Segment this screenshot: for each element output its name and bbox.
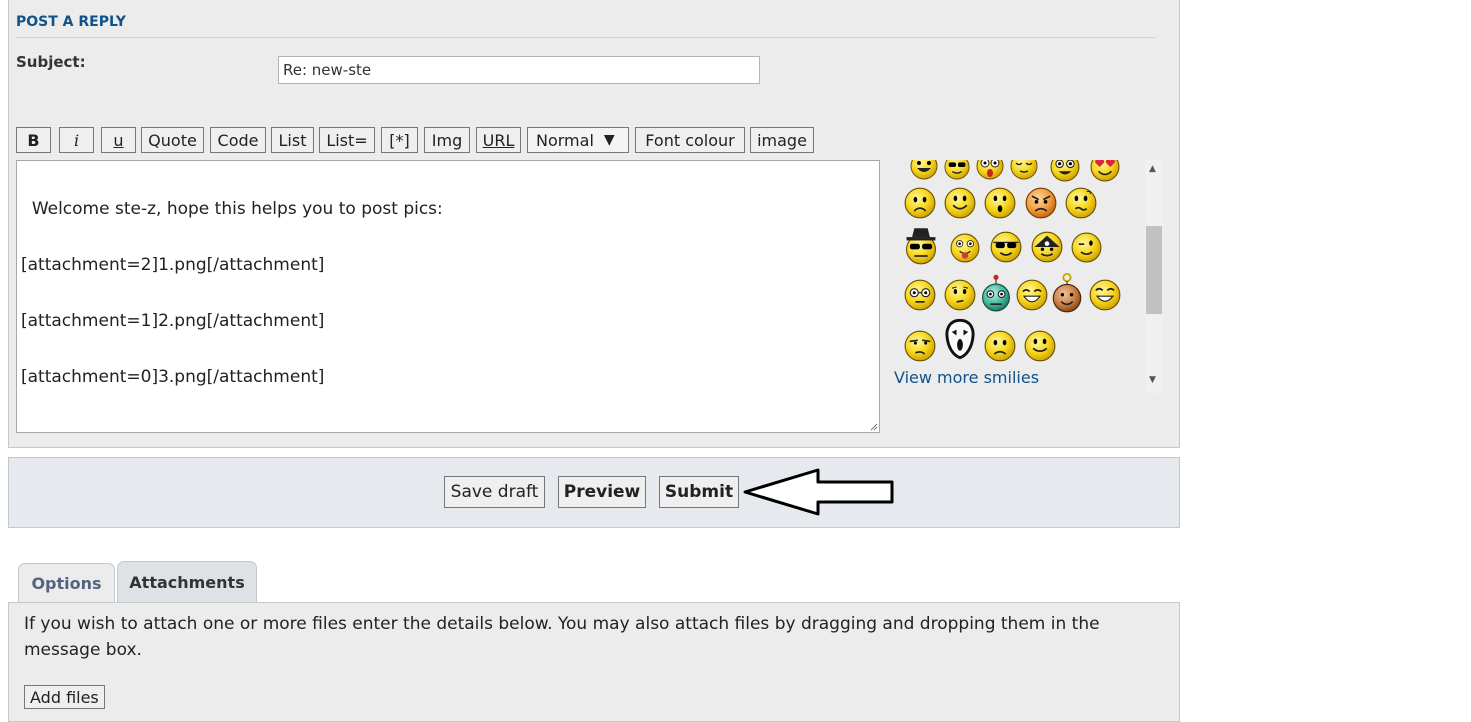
surprised-smiley-icon[interactable]	[984, 187, 1016, 219]
spy-smiley-icon[interactable]	[902, 226, 940, 266]
unhappy-smiley-icon[interactable]	[984, 330, 1016, 362]
shocked-smiley-icon[interactable]	[976, 160, 1004, 180]
attachments-instructions: If you wish to attach one or more files …	[24, 614, 1100, 660]
image-button[interactable]: image	[750, 127, 814, 153]
submit-button[interactable]: Submit	[659, 476, 739, 508]
view-more-smilies-link[interactable]: View more smilies	[894, 368, 1039, 387]
code-button[interactable]: Code	[210, 127, 266, 153]
preview-button[interactable]: Preview	[558, 476, 646, 508]
very-happy-smiley-icon[interactable]	[910, 160, 938, 180]
confused-smiley-icon[interactable]	[1065, 187, 1097, 219]
underline-button[interactable]: u	[101, 127, 136, 153]
grin-smiley-icon[interactable]	[1089, 279, 1121, 311]
monkey-smiley-icon[interactable]	[1052, 273, 1082, 313]
scroll-up-arrow-icon[interactable]: ▲	[1149, 164, 1156, 174]
font-colour-button[interactable]: Font colour	[635, 127, 745, 153]
cool-smiley-icon[interactable]	[944, 160, 970, 180]
sunglasses-smiley-icon[interactable]	[990, 231, 1022, 263]
dropdown-arrow-icon: ▼	[603, 132, 615, 148]
ordered-list-button[interactable]: List=	[319, 127, 375, 153]
scrollbar-thumb[interactable]	[1146, 226, 1162, 314]
alien-smiley-icon[interactable]	[981, 274, 1011, 312]
thinking-smiley-icon[interactable]	[944, 279, 976, 311]
italic-button[interactable]: i	[59, 127, 94, 153]
neutral-smiley-icon[interactable]	[1024, 330, 1056, 362]
list-button[interactable]: List	[271, 127, 314, 153]
panel-title: POST A REPLY	[16, 14, 126, 30]
eek-smiley-icon[interactable]	[1050, 160, 1080, 182]
scroll-down-arrow-icon[interactable]: ▼	[1149, 375, 1156, 385]
message-text: Welcome ste-z, hope this helps you to po…	[21, 199, 443, 387]
pointer-arrow-icon	[743, 468, 894, 516]
save-draft-button[interactable]: Save draft	[444, 476, 545, 508]
add-files-button[interactable]: Add files	[24, 685, 105, 709]
img-button[interactable]: Img	[424, 127, 470, 153]
laughing-smiley-icon[interactable]	[1016, 279, 1048, 311]
bold-button[interactable]: B	[16, 127, 51, 153]
resize-grip-icon[interactable]	[869, 422, 878, 431]
geek-smiley-icon[interactable]	[904, 279, 936, 311]
smilies-scrollbar[interactable]: ▲ ▼	[1145, 160, 1163, 393]
mad-smiley-icon[interactable]	[1025, 187, 1057, 219]
in-love-smiley-icon[interactable]	[1090, 160, 1120, 182]
sleepy-smiley-icon[interactable]	[1010, 160, 1038, 180]
smiley-panel	[894, 160, 1156, 393]
title-divider	[16, 37, 1156, 38]
wink-smiley-icon[interactable]	[1071, 232, 1102, 263]
pirate-smiley-icon[interactable]	[1031, 231, 1063, 263]
font-size-select[interactable]: Normal ▼	[527, 127, 629, 153]
ghost-smiley-icon[interactable]	[942, 318, 978, 360]
rolleyes-smiley-icon[interactable]	[904, 330, 936, 362]
tab-options[interactable]: Options	[18, 563, 115, 603]
quote-button[interactable]: Quote	[141, 127, 204, 153]
tab-attachments[interactable]: Attachments	[117, 561, 257, 603]
subject-label: Subject:	[16, 53, 86, 71]
razz-smiley-icon[interactable]	[950, 233, 980, 263]
sad-smiley-icon[interactable]	[904, 187, 936, 219]
subject-input[interactable]	[278, 56, 760, 84]
url-button[interactable]: URL	[476, 127, 521, 153]
smile-smiley-icon[interactable]	[944, 187, 976, 219]
list-item-button[interactable]: [*]	[381, 127, 418, 153]
message-textarea[interactable]: Welcome ste-z, hope this helps you to po…	[16, 160, 880, 433]
